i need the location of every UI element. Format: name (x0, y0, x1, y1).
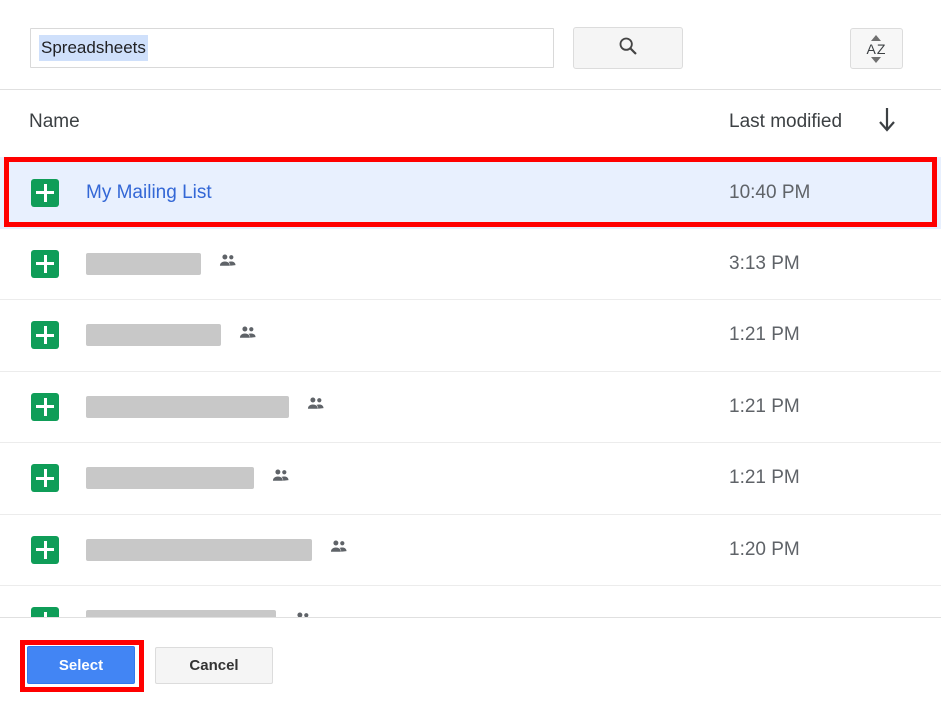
triangle-down-icon (871, 56, 882, 63)
google-sheets-icon (31, 321, 59, 350)
google-sheets-icon (31, 249, 59, 278)
sort-button[interactable]: AZ (850, 28, 903, 69)
google-sheets-icon (31, 178, 59, 207)
select-button[interactable]: Select (27, 646, 135, 684)
file-modified-time: 1:21 PM (729, 467, 800, 489)
file-modified-time: 1:21 PM (729, 324, 800, 346)
google-sheets-icon (31, 464, 59, 493)
table-row[interactable]: 1:21 PM (0, 371, 941, 443)
dialog-footer: Select Cancel (0, 618, 941, 716)
file-modified-time: 1:21 PM (729, 395, 800, 417)
google-sheets-icon (31, 392, 59, 421)
search-input-value: Spreadsheets (39, 35, 148, 61)
file-modified-time: 3:13 PM (729, 252, 800, 274)
redacted-file-name (86, 467, 254, 490)
table-row[interactable]: 1:20 PM (0, 514, 941, 586)
sort-alpha-icon: AZ (866, 34, 887, 63)
redacted-file-name (86, 538, 312, 561)
arrow-down-icon[interactable] (874, 105, 900, 140)
search-icon (617, 35, 639, 62)
redacted-file-name (86, 395, 289, 418)
redacted-file-name (86, 252, 201, 275)
table-row[interactable]: 3:13 PM (0, 228, 941, 300)
column-header-name[interactable]: Name (29, 111, 80, 133)
table-row[interactable] (0, 586, 941, 618)
sort-button-label: AZ (866, 40, 887, 57)
shared-people-icon (237, 322, 259, 349)
google-sheets-icon (31, 535, 59, 564)
search-input[interactable]: Spreadsheets (30, 28, 554, 68)
table-row[interactable]: 1:21 PM (0, 443, 941, 515)
shared-people-icon (305, 393, 327, 420)
redacted-file-name (86, 324, 221, 347)
shared-people-icon (217, 250, 239, 277)
file-list[interactable]: My Mailing List 10:40 PM 3:13 PM 1:21 PM 1:2… (0, 157, 941, 618)
table-row[interactable]: My Mailing List 10:40 PM (0, 157, 941, 229)
cancel-button[interactable]: Cancel (155, 647, 273, 684)
file-modified-time: 10:40 PM (729, 181, 811, 203)
shared-people-icon (270, 465, 292, 492)
column-header-last-modified[interactable]: Last modified (729, 111, 842, 133)
picker-toolbar: Spreadsheets AZ (0, 0, 941, 90)
triangle-up-icon (871, 34, 882, 41)
file-modified-time: 1:20 PM (729, 538, 800, 560)
column-header-row: Name Last modified (0, 91, 941, 157)
search-button[interactable] (573, 27, 683, 69)
table-row[interactable]: 1:21 PM (0, 300, 941, 372)
file-name-link[interactable]: My Mailing List (86, 182, 212, 204)
shared-people-icon (328, 536, 350, 563)
